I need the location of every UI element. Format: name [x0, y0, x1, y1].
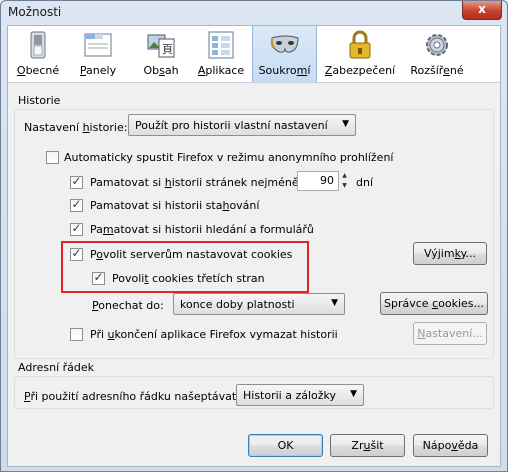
days-unit-label: dní [356, 176, 374, 189]
clear-on-close-label: Při ukončení aplikace Firefox vymazat hi… [90, 328, 338, 341]
private-mode-label: Automaticky spustit Firefox v režimu ano… [64, 151, 394, 164]
form-history-label: Pamatovat si historii hledání a formulář… [90, 223, 314, 236]
tab-content-label: Obsah [143, 64, 179, 77]
tab-advanced[interactable]: Rozšířené [402, 26, 472, 82]
keep-until-select[interactable]: konce doby platnosti ▼ [173, 293, 345, 315]
tab-privacy[interactable]: Soukromí [252, 26, 317, 82]
tab-content[interactable]: 頁 Obsah [132, 26, 190, 82]
download-history-label: Pamatovat si historii stahování [90, 199, 260, 212]
privacy-mask-icon [270, 35, 299, 53]
close-button[interactable]: x [462, 1, 502, 20]
tab-tabs-label: Panely [79, 64, 117, 77]
days-spinner[interactable]: ▲ ▼ [339, 171, 350, 191]
applications-icon [208, 31, 234, 59]
security-lock-icon [349, 30, 371, 59]
title-bar[interactable]: Možnosti x [1, 1, 507, 23]
tab-tabs[interactable]: Panely [65, 26, 131, 82]
svg-text:頁: 頁 [162, 43, 173, 56]
tab-general[interactable]: Obecné [12, 26, 64, 82]
cancel-button[interactable]: Zrušit [330, 434, 405, 457]
history-group-label: Historie [18, 94, 61, 107]
remember-history-label: Pamatovat si historii stránek nejméně [90, 176, 299, 189]
accept-cookies-checkbox[interactable]: ✓ [70, 246, 83, 261]
tabs-icon [84, 33, 112, 57]
third-party-cookies-label: Povolit cookies třetích stran [112, 272, 265, 285]
keep-until-label: Ponechat do: [92, 299, 164, 312]
checkmark-icon: ✓ [71, 221, 82, 235]
chevron-down-icon: ▼ [342, 119, 349, 129]
third-party-cookies-checkbox[interactable]: ✓ [92, 270, 105, 285]
options-window: Možnosti x Obecné Panely 頁 Obsah Aplikac… [0, 0, 508, 472]
tab-general-label: Obecné [16, 64, 60, 77]
tab-security[interactable]: Zabezpečení [319, 26, 401, 82]
form-history-checkbox[interactable]: ✓ [70, 221, 83, 236]
advanced-gear-icon [426, 34, 448, 56]
tab-privacy-label: Soukromí [258, 64, 311, 77]
suggest-value: Historii a záložky [243, 389, 337, 402]
checkmark-icon: ✓ [71, 246, 82, 260]
private-mode-checkbox[interactable] [46, 151, 59, 164]
tab-security-label: Zabezpečení [324, 64, 396, 77]
history-days-input[interactable]: 90 [297, 171, 339, 191]
general-switch-icon [30, 31, 46, 59]
tab-advanced-label: Rozšířené [410, 64, 464, 77]
location-bar-group-label: Adresní řádek [18, 361, 95, 374]
history-setting-label: Nastavení historie: [24, 121, 128, 134]
content-icon: 頁 [147, 34, 175, 58]
suggest-select[interactable]: Historii a záložky ▼ [236, 384, 364, 406]
checkmark-icon: ✓ [93, 270, 104, 284]
chevron-down-icon: ▼ [350, 389, 357, 399]
exceptions-button[interactable]: Výjimky... [413, 242, 487, 265]
keep-until-value: konce doby platnosti [180, 298, 295, 311]
tab-applications[interactable]: Aplikace [191, 26, 251, 82]
cookie-manager-button[interactable]: Správce cookies... [380, 292, 488, 315]
download-history-checkbox[interactable]: ✓ [70, 197, 83, 212]
spin-down-icon[interactable]: ▼ [339, 181, 350, 191]
help-button[interactable]: Nápověda [413, 434, 488, 457]
suggest-label: Při použití adresního řádku našeptávat: [24, 390, 240, 403]
ok-button[interactable]: OK [248, 434, 323, 457]
history-setting-value: Použít pro historii vlastní nastavení [135, 119, 328, 132]
spin-up-icon[interactable]: ▲ [339, 171, 350, 181]
dialog-content: Obecné Panely 頁 Obsah Aplikace Soukromí … [7, 25, 501, 467]
chevron-down-icon: ▼ [331, 298, 338, 308]
clear-on-close-checkbox[interactable] [70, 328, 83, 341]
accept-cookies-label: Povolit serverům nastavovat cookies [90, 248, 293, 261]
tab-applications-label: Aplikace [197, 64, 245, 77]
checkmark-icon: ✓ [71, 174, 82, 188]
close-icon: x [478, 2, 486, 16]
checkmark-icon: ✓ [71, 197, 82, 211]
remember-history-checkbox[interactable]: ✓ [70, 174, 83, 189]
clear-settings-button[interactable]: Nastavení... [413, 322, 487, 345]
window-title: Možnosti [8, 5, 62, 19]
history-setting-select[interactable]: Použít pro historii vlastní nastavení ▼ [128, 114, 356, 136]
preferences-toolbar: Obecné Panely 頁 Obsah Aplikace Soukromí … [8, 26, 500, 83]
